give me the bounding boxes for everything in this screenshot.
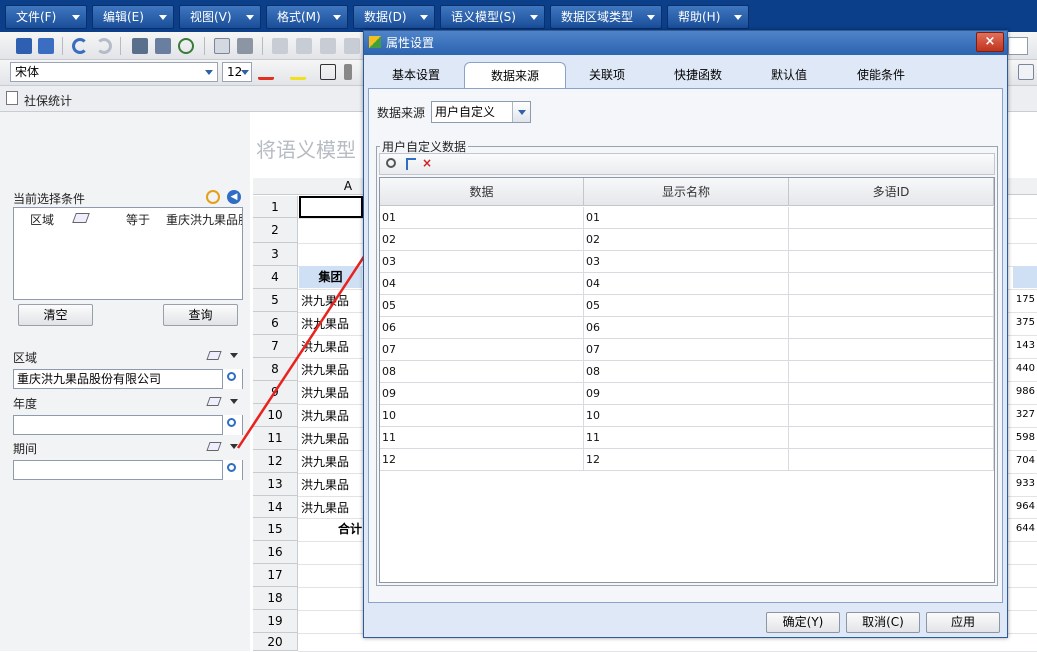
cancel-button[interactable]: 取消(C) [846, 612, 920, 633]
grid-cell-id[interactable] [789, 449, 994, 471]
grid-cell-data[interactable]: 01 [380, 207, 584, 229]
grid-cell-display[interactable]: 05 [584, 295, 789, 317]
tab-basic-settings[interactable]: 基本设置 [374, 62, 458, 88]
grid-cell-data[interactable]: 05 [380, 295, 584, 317]
grid-cell-id[interactable] [789, 295, 994, 317]
grid-toolbar: × [379, 153, 995, 175]
column-header-data[interactable]: 数据 [380, 178, 584, 206]
delete-row-icon[interactable]: × [422, 157, 434, 169]
column-header-display-name[interactable]: 显示名称 [584, 178, 789, 206]
tab-default-value[interactable]: 默认值 [746, 62, 832, 88]
add-row-icon[interactable] [406, 158, 416, 170]
grid-cell-id[interactable] [789, 361, 994, 383]
app-icon [369, 36, 381, 48]
grid-cell-data[interactable]: 03 [380, 251, 584, 273]
dropdown-button[interactable] [512, 102, 530, 122]
grid-cell-display[interactable]: 01 [584, 207, 789, 229]
tab-panel: 数据来源 用户自定义 用户自定义数据 × 数据 显示名称 多语ID 01 01 02… [368, 88, 1003, 603]
grid-cell-data[interactable]: 04 [380, 273, 584, 295]
grid-cell-id[interactable] [789, 405, 994, 427]
tab-enable-conditions[interactable]: 使能条件 [836, 62, 926, 88]
grid-cell-display[interactable]: 04 [584, 273, 789, 295]
ok-button[interactable]: 确定(Y) [766, 612, 840, 633]
grid-cell-id[interactable] [789, 427, 994, 449]
chevron-down-icon [518, 110, 526, 115]
custom-data-grid: 数据 显示名称 多语ID 01 01 02 02 03 03 04 04 05 05 06 06 07 0… [379, 177, 995, 583]
grid-cell-id[interactable] [789, 251, 994, 273]
grid-cell-display[interactable]: 12 [584, 449, 789, 471]
grid-cell-display[interactable]: 07 [584, 339, 789, 361]
grid-cell-data[interactable]: 10 [380, 405, 584, 427]
grid-cell-id[interactable] [789, 273, 994, 295]
grid-cell-display[interactable]: 09 [584, 383, 789, 405]
grid-cell-id[interactable] [789, 229, 994, 251]
tab-data-source[interactable]: 数据来源 [464, 62, 566, 88]
column-header-multilang-id[interactable]: 多语ID [789, 178, 994, 206]
grid-cell-data[interactable]: 07 [380, 339, 584, 361]
grid-cell-display[interactable]: 10 [584, 405, 789, 427]
data-source-select[interactable]: 用户自定义 [431, 101, 531, 123]
dialog-title: 属性设置 [386, 36, 435, 50]
close-button[interactable]: × [976, 32, 1004, 52]
dialog-title-bar[interactable]: 属性设置 × [364, 31, 1007, 55]
apply-button[interactable]: 应用 [926, 612, 1000, 633]
tab-related-items[interactable]: 关联项 [568, 62, 646, 88]
grid-cell-id[interactable] [789, 207, 994, 229]
grid-cell-id[interactable] [789, 317, 994, 339]
grid-cell-display[interactable]: 08 [584, 361, 789, 383]
grid-cell-display[interactable]: 06 [584, 317, 789, 339]
search-icon[interactable] [386, 158, 396, 168]
grid-cell-display[interactable]: 03 [584, 251, 789, 273]
grid-cell-display[interactable]: 11 [584, 427, 789, 449]
grid-cell-id[interactable] [789, 339, 994, 361]
data-source-label: 数据来源 [377, 106, 426, 120]
grid-cell-data[interactable]: 11 [380, 427, 584, 449]
grid-cell-display[interactable]: 02 [584, 229, 789, 251]
grid-cell-data[interactable]: 09 [380, 383, 584, 405]
grid-cell-data[interactable]: 02 [380, 229, 584, 251]
tab-quick-functions[interactable]: 快捷函数 [654, 62, 742, 88]
grid-cell-data[interactable]: 08 [380, 361, 584, 383]
property-settings-dialog: 属性设置 × 基本设置 数据来源 关联项 快捷函数 默认值 使能条件 数据来源 … [363, 30, 1008, 638]
grid-cell-data[interactable]: 06 [380, 317, 584, 339]
data-source-value: 用户自定义 [435, 105, 496, 119]
grid-cell-data[interactable]: 12 [380, 449, 584, 471]
grid-cell-id[interactable] [789, 383, 994, 405]
